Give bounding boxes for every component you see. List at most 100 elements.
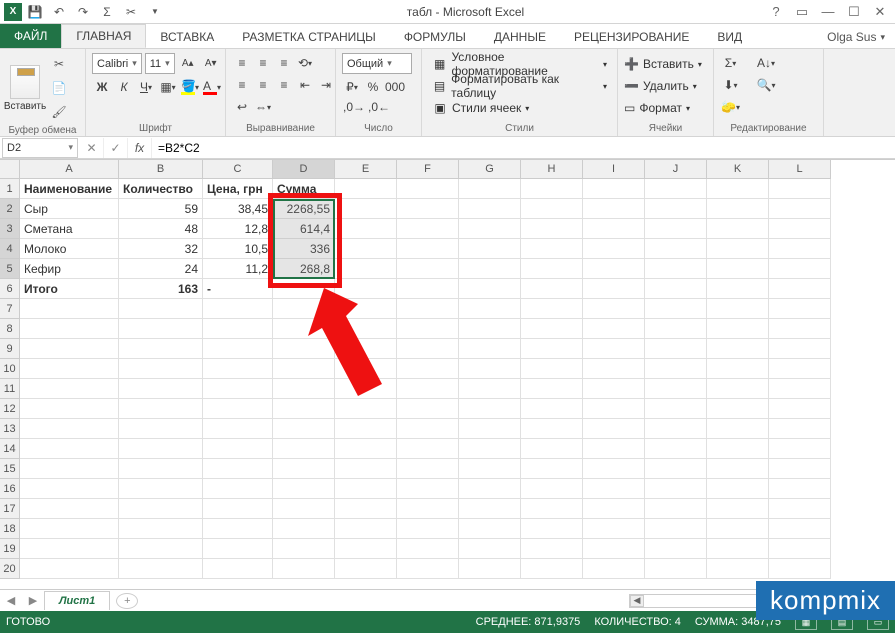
cell-F11[interactable] — [397, 379, 459, 399]
cell-J9[interactable] — [645, 339, 707, 359]
cell-I8[interactable] — [583, 319, 645, 339]
cell-H3[interactable] — [521, 219, 583, 239]
undo-qat-button[interactable]: ↶ — [48, 1, 70, 23]
cell-D10[interactable] — [273, 359, 335, 379]
font-size-combo[interactable]: 11▾ — [145, 53, 175, 74]
font-name-combo[interactable]: Calibri▾ — [92, 53, 142, 74]
font-color-button[interactable]: A▾ — [202, 77, 222, 97]
cell-H4[interactable] — [521, 239, 583, 259]
currency-button[interactable]: ₽▾ — [342, 77, 362, 97]
cell-D17[interactable] — [273, 499, 335, 519]
cell-F3[interactable] — [397, 219, 459, 239]
cell-A7[interactable] — [20, 299, 119, 319]
cell-B17[interactable] — [119, 499, 203, 519]
cell-J18[interactable] — [645, 519, 707, 539]
cell-D13[interactable] — [273, 419, 335, 439]
cell-A6[interactable]: Итого — [20, 279, 119, 299]
cell-B4[interactable]: 32 — [119, 239, 203, 259]
cell-J2[interactable] — [645, 199, 707, 219]
cell-J3[interactable] — [645, 219, 707, 239]
cell-E8[interactable] — [335, 319, 397, 339]
comma-button[interactable]: 000 — [384, 77, 406, 97]
cell-G7[interactable] — [459, 299, 521, 319]
cell-J16[interactable] — [645, 479, 707, 499]
user-account[interactable]: Olga Sus▾ — [817, 26, 895, 48]
cell-L9[interactable] — [769, 339, 831, 359]
cell-F13[interactable] — [397, 419, 459, 439]
cell-K14[interactable] — [707, 439, 769, 459]
tab-formulas[interactable]: ФОРМУЛЫ — [390, 26, 480, 48]
col-header-K[interactable]: K — [707, 160, 769, 179]
cell-L16[interactable] — [769, 479, 831, 499]
row-header-15[interactable]: 15 — [0, 459, 20, 479]
cell-A10[interactable] — [20, 359, 119, 379]
orientation-button[interactable]: ⟲▾ — [295, 53, 315, 73]
cell-E14[interactable] — [335, 439, 397, 459]
cell-K7[interactable] — [707, 299, 769, 319]
cell-I6[interactable] — [583, 279, 645, 299]
cell-L6[interactable] — [769, 279, 831, 299]
cell-C11[interactable] — [203, 379, 273, 399]
cell-H7[interactable] — [521, 299, 583, 319]
cell-G9[interactable] — [459, 339, 521, 359]
bold-button[interactable]: Ж — [92, 77, 112, 97]
cell-E10[interactable] — [335, 359, 397, 379]
cell-G16[interactable] — [459, 479, 521, 499]
cell-L1[interactable] — [769, 179, 831, 199]
cell-B14[interactable] — [119, 439, 203, 459]
cell-B6[interactable]: 163 — [119, 279, 203, 299]
cell-G11[interactable] — [459, 379, 521, 399]
cell-L19[interactable] — [769, 539, 831, 559]
cell-G5[interactable] — [459, 259, 521, 279]
cell-H12[interactable] — [521, 399, 583, 419]
percent-button[interactable]: % — [363, 77, 383, 97]
cell-E6[interactable] — [335, 279, 397, 299]
cell-C17[interactable] — [203, 499, 273, 519]
cell-A16[interactable] — [20, 479, 119, 499]
cell-G1[interactable] — [459, 179, 521, 199]
cell-D7[interactable] — [273, 299, 335, 319]
format-painter-button[interactable]: 🖌 — [48, 101, 70, 123]
cell-J15[interactable] — [645, 459, 707, 479]
cell-I17[interactable] — [583, 499, 645, 519]
col-header-D[interactable]: D — [273, 160, 335, 179]
merge-button[interactable]: ⇔▾ — [253, 97, 273, 117]
cell-E16[interactable] — [335, 479, 397, 499]
cell-J7[interactable] — [645, 299, 707, 319]
cell-I15[interactable] — [583, 459, 645, 479]
cell-G12[interactable] — [459, 399, 521, 419]
qat-dropdown[interactable]: ▼ — [144, 1, 166, 23]
sum-qat-button[interactable]: Σ — [96, 1, 118, 23]
cell-K2[interactable] — [707, 199, 769, 219]
cell-E4[interactable] — [335, 239, 397, 259]
minimize-button[interactable]: — — [817, 2, 839, 22]
ribbon-options-button[interactable]: ▭ — [791, 2, 813, 22]
cell-G17[interactable] — [459, 499, 521, 519]
row-header-4[interactable]: 4 — [0, 239, 20, 259]
cell-C5[interactable]: 11,2 — [203, 259, 273, 279]
cut-qat-button[interactable]: ✂ — [120, 1, 142, 23]
cell-L20[interactable] — [769, 559, 831, 579]
cell-L10[interactable] — [769, 359, 831, 379]
cell-F8[interactable] — [397, 319, 459, 339]
cell-G19[interactable] — [459, 539, 521, 559]
row-header-19[interactable]: 19 — [0, 539, 20, 559]
cell-F5[interactable] — [397, 259, 459, 279]
clear-button[interactable]: 🧽▾ — [720, 97, 741, 117]
name-box[interactable]: D2▾ — [2, 138, 78, 158]
cell-H15[interactable] — [521, 459, 583, 479]
cell-B5[interactable]: 24 — [119, 259, 203, 279]
row-header-18[interactable]: 18 — [0, 519, 20, 539]
cell-B10[interactable] — [119, 359, 203, 379]
row-header-17[interactable]: 17 — [0, 499, 20, 519]
cell-J20[interactable] — [645, 559, 707, 579]
cell-E19[interactable] — [335, 539, 397, 559]
cell-A20[interactable] — [20, 559, 119, 579]
cell-C1[interactable]: Цена, грн — [203, 179, 273, 199]
cell-G15[interactable] — [459, 459, 521, 479]
tab-review[interactable]: РЕЦЕНЗИРОВАНИЕ — [560, 26, 703, 48]
autosum-button[interactable]: Σ▾ — [720, 53, 741, 73]
cell-B1[interactable]: Количество — [119, 179, 203, 199]
align-left-button[interactable]: ≡ — [232, 75, 252, 95]
col-header-F[interactable]: F — [397, 160, 459, 179]
